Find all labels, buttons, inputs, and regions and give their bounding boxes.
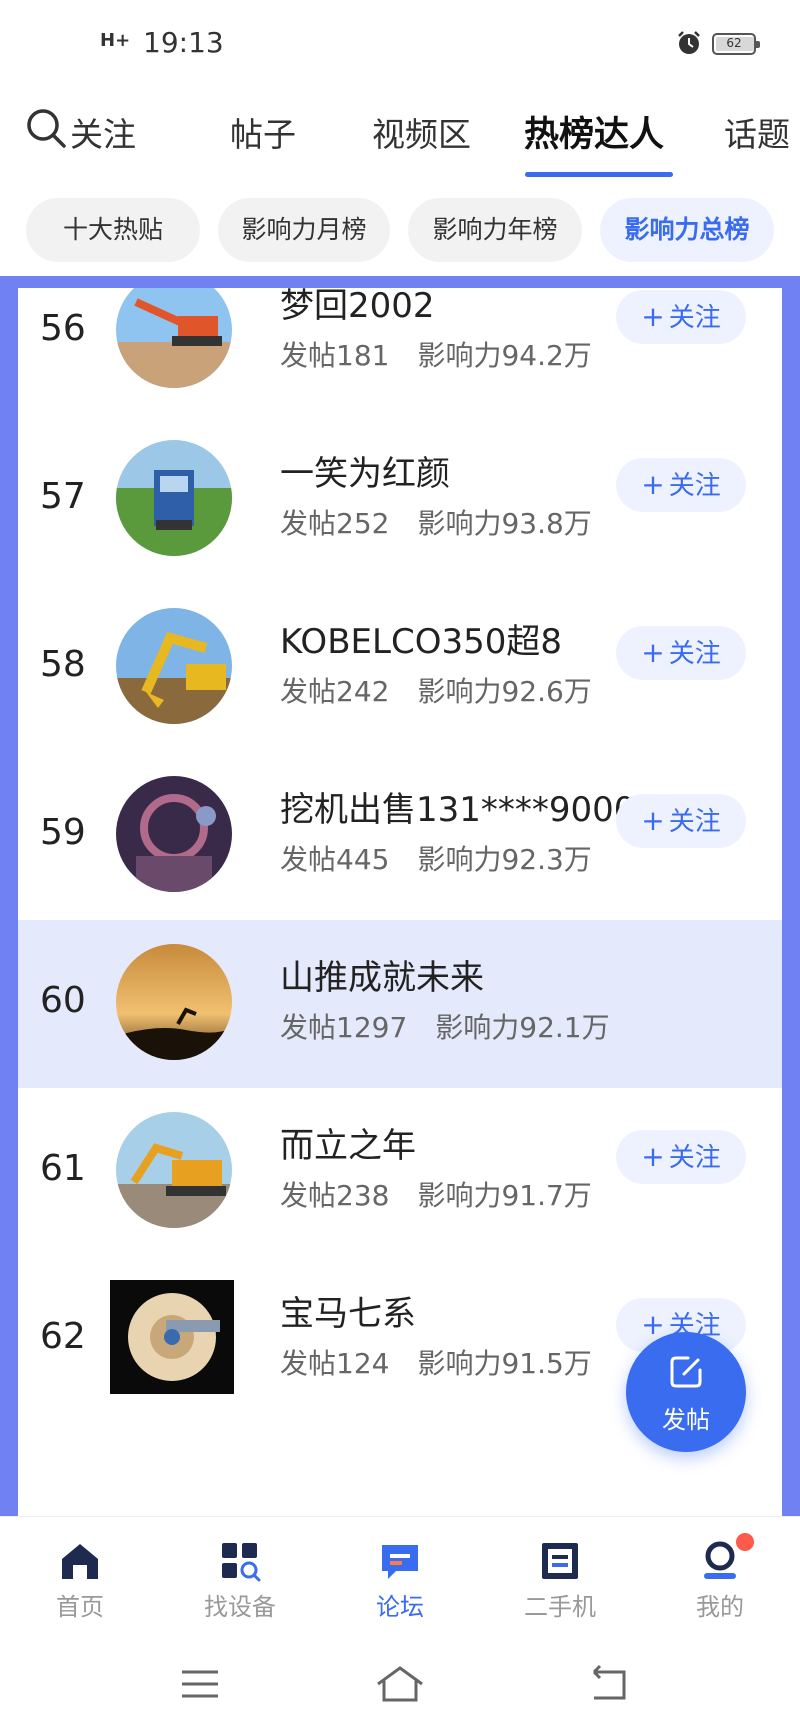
user-name: 而立之年	[280, 1126, 416, 1166]
menu-icon[interactable]	[170, 1660, 230, 1708]
avatar	[116, 944, 232, 1060]
tab-topics[interactable]: 话题	[724, 108, 790, 156]
rank-number: 56	[40, 308, 86, 349]
list-item[interactable]: 59 挖机出售131****9000 发帖445 影响力92.3万 + 关注	[18, 752, 782, 920]
influence-score: 影响力91.5万	[417, 1347, 592, 1380]
home-button-icon[interactable]	[370, 1660, 430, 1708]
chip-top-ten[interactable]: 十大热贴	[26, 198, 200, 262]
rank-number: 60	[40, 980, 86, 1021]
follow-button[interactable]: + 关注	[616, 290, 746, 344]
chip-monthly[interactable]: 影响力月榜	[218, 198, 390, 262]
post-count: 发帖181	[280, 339, 390, 372]
notification-dot	[736, 1533, 754, 1551]
influence-score: 影响力92.3万	[417, 843, 592, 876]
nav-forum[interactable]: 论坛	[340, 1539, 460, 1622]
plus-icon: +	[641, 804, 665, 837]
user-stats: 发帖445 影响力92.3万	[280, 838, 620, 878]
follow-button[interactable]: + 关注	[616, 794, 746, 848]
list-item[interactable]: 57 一笑为红颜 发帖252 影响力93.8万 + 关注	[18, 416, 782, 584]
nav-home[interactable]: 首页	[20, 1539, 140, 1622]
tab-hot-experts[interactable]: 热榜达人	[524, 106, 664, 157]
user-name: 一笑为红颜	[280, 454, 450, 494]
battery-icon: 62	[712, 33, 760, 55]
new-post-label: 发帖	[662, 1406, 710, 1434]
rank-number: 62	[40, 1316, 86, 1357]
tab-video[interactable]: 视频区	[372, 108, 471, 156]
battery-level: 62	[726, 36, 742, 50]
avatar	[116, 1112, 232, 1228]
avatar	[116, 608, 232, 724]
active-tab-indicator	[525, 172, 673, 177]
status-bar: H+ 19:13 62	[0, 0, 800, 90]
chip-yearly[interactable]: 影响力年榜	[408, 198, 582, 262]
post-count: 发帖1297	[280, 1011, 408, 1044]
plus-icon: +	[641, 300, 665, 333]
user-stats: 发帖181 影响力94.2万	[280, 334, 620, 374]
user-name: KOBELCO350超8	[280, 622, 562, 662]
list-item[interactable]: 61 而立之年 发帖238 影响力91.7万 + 关注	[18, 1088, 782, 1256]
influencer-list: 56 梦回2002 发帖181 影响力94.2万 + 关注 57 一笑为红颜 发…	[18, 288, 782, 1516]
post-count: 发帖445	[280, 843, 390, 876]
rank-number: 59	[40, 812, 86, 853]
user-stats: 发帖242 影响力92.6万	[280, 670, 620, 710]
post-count: 发帖242	[280, 675, 390, 708]
edit-icon	[670, 1356, 702, 1388]
nav-find-device[interactable]: 找设备	[180, 1539, 300, 1622]
follow-button[interactable]: + 关注	[616, 626, 746, 680]
influence-score: 影响力91.7万	[417, 1179, 592, 1212]
find-device-icon	[222, 1543, 261, 1582]
search-icon[interactable]	[24, 106, 68, 150]
user-name: 宝马七系	[280, 1294, 416, 1334]
follow-button[interactable]: + 关注	[616, 458, 746, 512]
home-icon	[62, 1544, 98, 1579]
used-machine-icon	[542, 1543, 578, 1579]
rank-number: 61	[40, 1148, 86, 1189]
rank-number: 57	[40, 476, 86, 517]
ranking-filter-chips: 十大热贴 影响力月榜 影响力年榜 影响力总榜	[0, 196, 800, 266]
user-stats: 发帖1297 影响力92.1万	[280, 1006, 638, 1046]
forum-icon	[382, 1545, 418, 1579]
alarm-icon	[678, 31, 700, 54]
user-stats: 发帖252 影响力93.8万	[280, 502, 620, 542]
avatar	[116, 288, 232, 388]
post-count: 发帖252	[280, 507, 390, 540]
plus-icon: +	[641, 1140, 665, 1173]
nav-used-machine[interactable]: 二手机	[500, 1539, 620, 1622]
avatar	[116, 776, 232, 892]
plus-icon: +	[641, 636, 665, 669]
user-stats: 发帖238 影响力91.7万	[280, 1174, 620, 1214]
avatar	[110, 1280, 234, 1394]
user-name: 梦回2002	[280, 288, 435, 326]
post-count: 发帖238	[280, 1179, 390, 1212]
bottom-nav: 首页 找设备 论坛 二手机 我的	[0, 1516, 800, 1636]
post-count: 发帖124	[280, 1347, 390, 1380]
user-name: 挖机出售131****9000	[280, 790, 636, 830]
profile-icon	[704, 1541, 736, 1579]
list-item[interactable]: 56 梦回2002 发帖181 影响力94.2万 + 关注	[18, 288, 782, 416]
rank-number: 58	[40, 644, 86, 685]
influence-score: 影响力94.2万	[417, 339, 592, 372]
list-item[interactable]: 58 KOBELCO350超8 发帖242 影响力92.6万 + 关注	[18, 584, 782, 752]
tab-follow[interactable]: 关注	[70, 108, 142, 156]
new-post-button[interactable]: 发帖	[626, 1332, 746, 1452]
signal-indicator: H+	[100, 30, 131, 51]
clock: 19:13	[143, 26, 224, 59]
influence-score: 影响力92.1万	[435, 1011, 610, 1044]
list-item-current-user[interactable]: 60 山推成就未来 发帖1297 影响力92.1万	[18, 920, 782, 1088]
influence-score: 影响力92.6万	[417, 675, 592, 708]
user-stats: 发帖124 影响力91.5万	[280, 1342, 620, 1382]
avatar	[116, 440, 232, 556]
influence-score: 影响力93.8万	[417, 507, 592, 540]
system-nav-bar	[0, 1636, 800, 1733]
plus-icon: +	[641, 468, 665, 501]
back-icon[interactable]	[580, 1660, 640, 1708]
nav-profile[interactable]: 我的	[660, 1539, 780, 1622]
top-tab-bar: 关注 帖子 视频区 热榜达人 话题	[0, 90, 800, 185]
tab-posts[interactable]: 帖子	[230, 108, 296, 156]
user-name: 山推成就未来	[280, 958, 484, 998]
chip-all-time[interactable]: 影响力总榜	[600, 198, 774, 262]
follow-button[interactable]: + 关注	[616, 1130, 746, 1184]
